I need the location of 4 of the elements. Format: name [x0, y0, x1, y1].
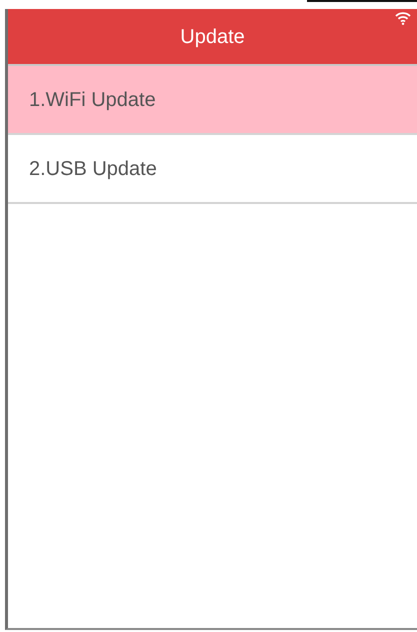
- menu-item[interactable]: 1.WiFi Update: [8, 66, 417, 135]
- screen-title: Update: [180, 24, 245, 50]
- wifi-icon: [395, 11, 411, 25]
- menu-item[interactable]: 2.USB Update: [8, 135, 417, 204]
